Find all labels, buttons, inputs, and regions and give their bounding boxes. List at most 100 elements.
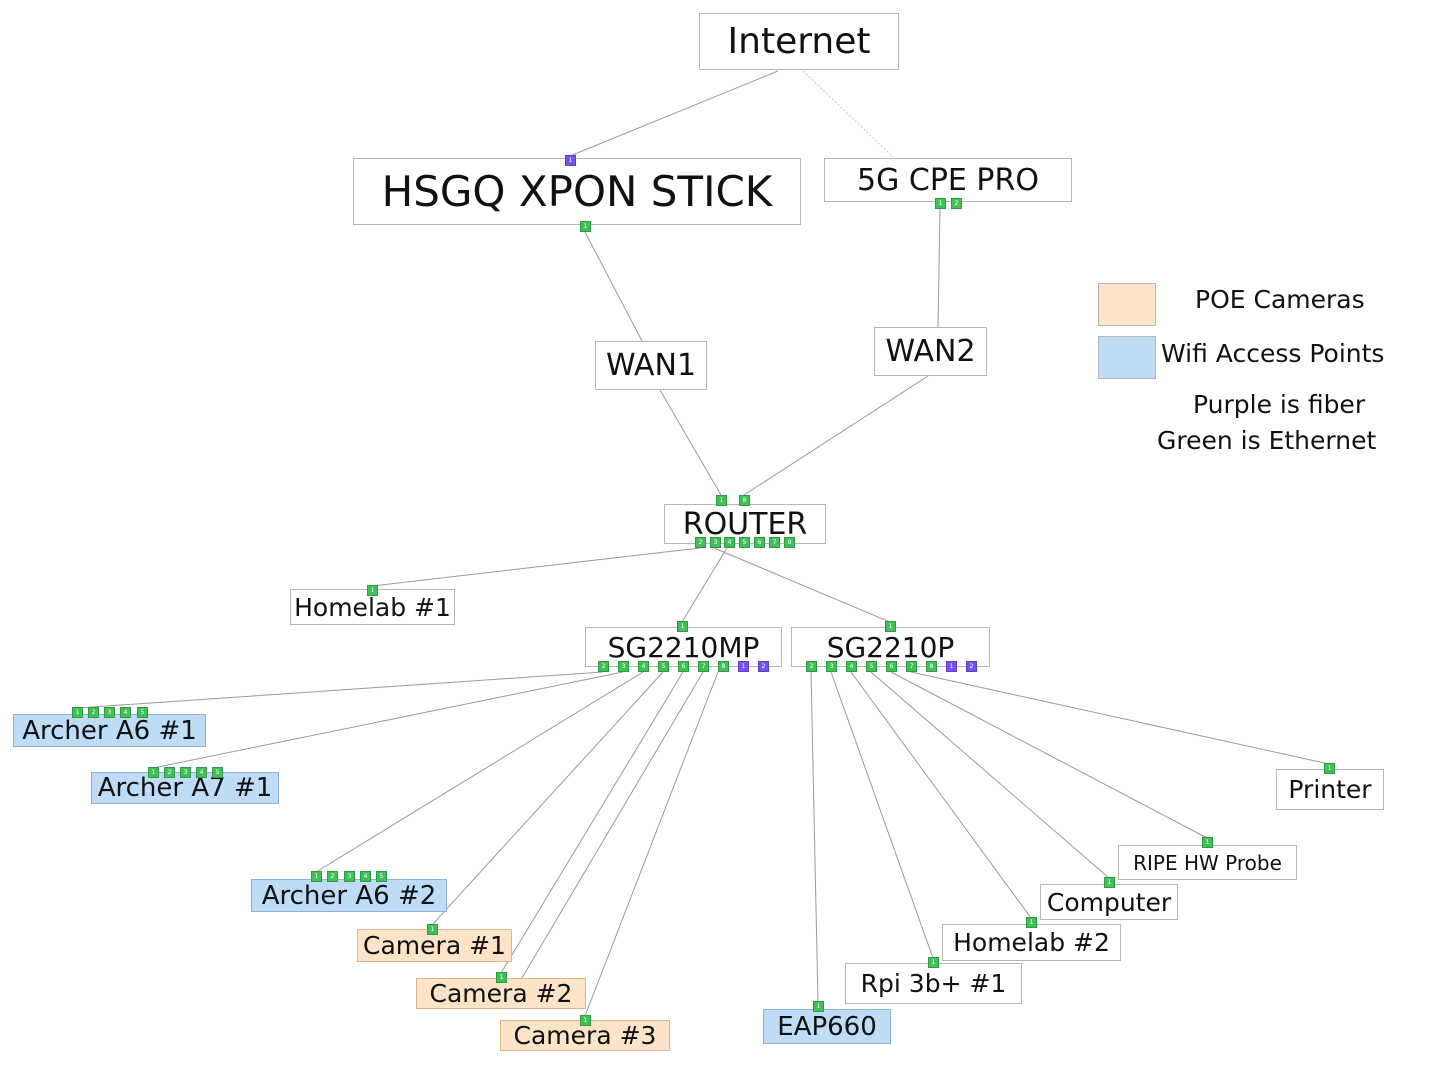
ethernet-port[interactable]: 5	[376, 871, 387, 882]
node-label: WAN2	[885, 334, 976, 369]
ethernet-port[interactable]: 6	[754, 537, 765, 548]
connection-line	[910, 671, 1330, 765]
ethernet-port[interactable]: 2	[164, 767, 175, 778]
connection-line	[521, 671, 704, 979]
legend-fiber-note: Purple is fiber	[1193, 390, 1366, 419]
connection-line	[659, 389, 722, 496]
ethernet-port[interactable]: 1	[935, 198, 946, 209]
ethernet-port[interactable]: 4	[846, 661, 857, 672]
ethernet-port[interactable]: 9	[784, 537, 795, 548]
fiber-port[interactable]: 2	[966, 661, 977, 672]
connection-line	[500, 671, 684, 974]
node-archer-a6-1[interactable]: Archer A6 #1	[13, 714, 206, 747]
node-label: Printer	[1288, 775, 1372, 804]
ethernet-port[interactable]: 3	[180, 767, 191, 778]
network-diagram: POE Cameras Wifi Access Points Purple is…	[0, 0, 1437, 1075]
ethernet-port[interactable]: 5	[137, 707, 148, 718]
ethernet-port[interactable]: 5	[866, 661, 877, 672]
node-archer-a6-2[interactable]: Archer A6 #2	[251, 879, 447, 912]
ethernet-port[interactable]: 1	[580, 221, 591, 232]
ethernet-port[interactable]: 1	[580, 1015, 591, 1026]
ethernet-port[interactable]: 3	[826, 661, 837, 672]
node-label: 5G CPE PRO	[857, 162, 1039, 198]
ethernet-port[interactable]: 8	[926, 661, 937, 672]
ethernet-port[interactable]: 8	[718, 661, 729, 672]
ethernet-port[interactable]: 7	[906, 661, 917, 672]
node-xpon[interactable]: HSGQ XPON STICK	[353, 158, 801, 225]
connection-line	[76, 671, 604, 709]
ethernet-port[interactable]: 8	[739, 495, 750, 506]
node-wan1[interactable]: WAN1	[595, 341, 707, 390]
node-printer[interactable]: Printer	[1276, 769, 1384, 810]
ethernet-port[interactable]: 4	[120, 707, 131, 718]
ethernet-port[interactable]: 3	[104, 707, 115, 718]
ethernet-port[interactable]: 6	[678, 661, 689, 672]
ethernet-port[interactable]: 4	[360, 871, 371, 882]
node-computer[interactable]: Computer	[1040, 884, 1178, 920]
ethernet-port[interactable]: 1	[716, 495, 727, 506]
ethernet-port[interactable]: 1	[72, 707, 83, 718]
connection-line	[937, 208, 941, 328]
fiber-port[interactable]: 1	[565, 155, 576, 166]
node-label: RIPE HW Probe	[1133, 850, 1282, 875]
ethernet-port[interactable]: 4	[724, 537, 735, 548]
ethernet-port[interactable]: 1	[1324, 763, 1335, 774]
ethernet-port[interactable]: 1	[813, 1001, 824, 1012]
node-label: Camera #1	[363, 931, 506, 960]
ethernet-port[interactable]: 3	[344, 871, 355, 882]
ethernet-port[interactable]: 1	[367, 585, 378, 596]
ethernet-port[interactable]: 5	[658, 661, 669, 672]
node-label: Homelab #1	[294, 592, 451, 622]
ethernet-port[interactable]: 3	[710, 537, 721, 548]
ethernet-port[interactable]: 1	[427, 924, 438, 935]
ethernet-port[interactable]: 2	[327, 871, 338, 882]
ethernet-port[interactable]: 1	[311, 871, 322, 882]
node-eap660[interactable]: EAP660	[763, 1009, 891, 1044]
connection-line	[315, 671, 644, 873]
ethernet-port[interactable]: 7	[698, 661, 709, 672]
connection-line	[870, 671, 1110, 879]
node-homelab2[interactable]: Homelab #2	[942, 924, 1121, 961]
connection-line	[371, 547, 701, 587]
node-label: Internet	[727, 21, 871, 62]
ethernet-port[interactable]: 2	[951, 198, 962, 209]
fiber-port[interactable]: 2	[758, 661, 769, 672]
ethernet-port[interactable]: 1	[928, 957, 939, 968]
ethernet-port[interactable]: 1	[885, 621, 896, 632]
legend-poe-swatch	[1098, 283, 1156, 326]
connection-line	[890, 671, 1208, 839]
ethernet-port[interactable]: 1	[677, 621, 688, 632]
ethernet-port[interactable]: 4	[196, 767, 207, 778]
ethernet-port[interactable]: 3	[618, 661, 629, 672]
ethernet-port[interactable]: 2	[695, 537, 706, 548]
connection-line	[802, 70, 894, 158]
ethernet-port[interactable]: 1	[1202, 837, 1213, 848]
connection-line	[713, 547, 891, 623]
ethernet-port[interactable]: 7	[769, 537, 780, 548]
ethernet-port[interactable]: 2	[806, 661, 817, 672]
node-wan2[interactable]: WAN2	[874, 327, 987, 376]
ethernet-port[interactable]: 1	[148, 767, 159, 778]
ethernet-port[interactable]: 5	[739, 537, 750, 548]
connection-line	[810, 671, 819, 1003]
connection-line	[569, 70, 779, 157]
node-label: Computer	[1046, 887, 1172, 917]
node-label: Homelab #2	[953, 928, 1110, 957]
node-internet[interactable]: Internet	[699, 13, 899, 70]
ethernet-port[interactable]: 6	[886, 661, 897, 672]
ethernet-port[interactable]: 2	[598, 661, 609, 672]
ethernet-port[interactable]: 1	[1104, 877, 1115, 888]
ethernet-port[interactable]: 5	[212, 767, 223, 778]
ethernet-port[interactable]: 2	[88, 707, 99, 718]
node-label: SG2210MP	[607, 630, 760, 664]
connection-line	[681, 547, 728, 623]
ethernet-port[interactable]: 4	[638, 661, 649, 672]
node-cpe[interactable]: 5G CPE PRO	[824, 158, 1072, 202]
node-rpi[interactable]: Rpi 3b+ #1	[845, 963, 1022, 1004]
node-ripe[interactable]: RIPE HW Probe	[1118, 845, 1297, 880]
ethernet-port[interactable]: 1	[496, 972, 507, 983]
fiber-port[interactable]: 1	[946, 661, 957, 672]
ethernet-port[interactable]: 1	[1026, 917, 1037, 928]
node-label: HSGQ XPON STICK	[381, 167, 773, 216]
fiber-port[interactable]: 1	[738, 661, 749, 672]
